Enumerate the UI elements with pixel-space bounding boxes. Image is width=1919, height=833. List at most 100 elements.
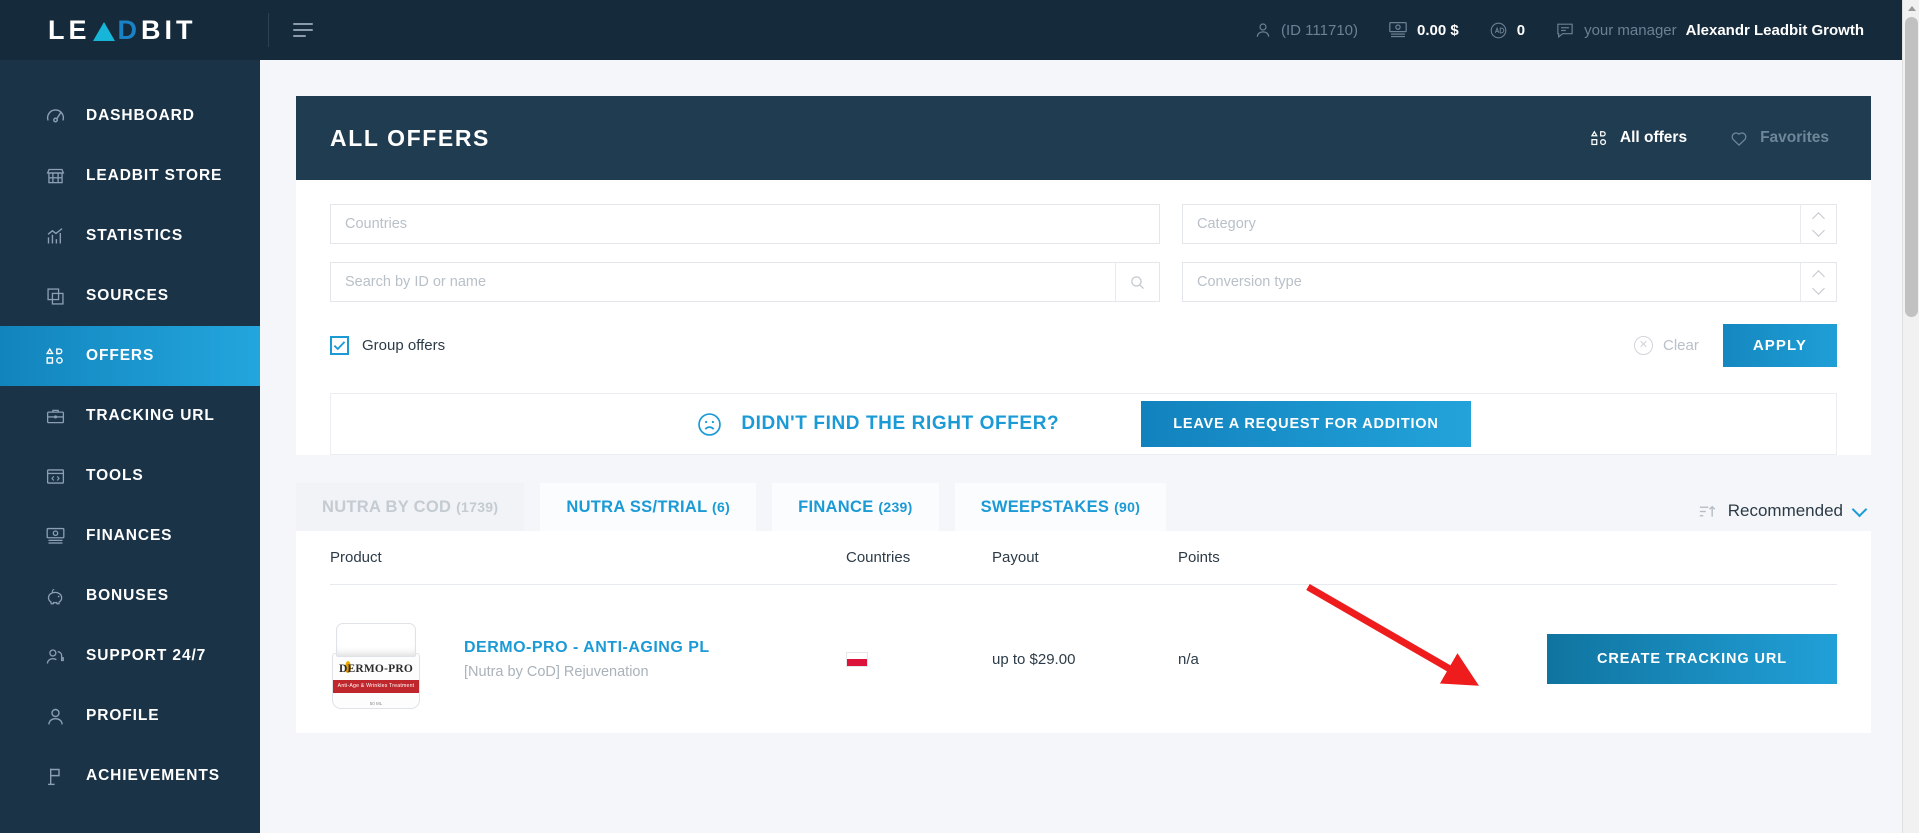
heart-icon bbox=[1729, 129, 1749, 148]
column-header-countries: Countries bbox=[846, 549, 911, 566]
sidebar-item-statistics[interactable]: STATISTICS bbox=[0, 206, 260, 266]
tab-sweepstakes[interactable]: SWEEPSTAKES (90) bbox=[954, 483, 1167, 531]
header-divider bbox=[268, 13, 269, 47]
table-row: DERMO-PRO Anti-Age & Wrinkles Treatment … bbox=[330, 585, 1837, 733]
store-icon bbox=[44, 165, 66, 187]
briefcase-icon bbox=[44, 405, 66, 427]
category-select[interactable]: Category bbox=[1182, 204, 1837, 244]
conversion-type-select[interactable]: Conversion type bbox=[1182, 262, 1837, 302]
sidebar-label: LEADBIT STORE bbox=[86, 167, 223, 184]
leadbit-logo[interactable]: LE D BIT bbox=[48, 15, 197, 46]
sidebar-item-sources[interactable]: SOURCES bbox=[0, 266, 260, 326]
manager-item[interactable]: your manager Alexandr Leadbit Growth bbox=[1540, 21, 1879, 40]
conversion-stepper-icon[interactable] bbox=[1800, 263, 1836, 301]
sidebar-label: TRACKING URL bbox=[86, 407, 215, 424]
clear-button[interactable]: ✕ Clear bbox=[1634, 336, 1699, 355]
sort-control[interactable]: Recommended bbox=[1698, 501, 1871, 531]
manager-label: your manager bbox=[1584, 21, 1677, 39]
group-offers-checkbox[interactable]: Group offers bbox=[330, 336, 445, 355]
chevron-down-icon bbox=[1851, 501, 1868, 517]
user-id-item[interactable]: (ID 111710) bbox=[1239, 21, 1373, 39]
sidebar-item-dashboard[interactable]: DASHBOARD bbox=[0, 86, 260, 146]
scrollbar-thumb[interactable] bbox=[1905, 17, 1918, 317]
action-cell: CREATE TRACKING URL bbox=[1410, 634, 1837, 684]
countries-input[interactable]: Countries bbox=[330, 204, 1160, 244]
tab-label: FINANCE bbox=[798, 498, 874, 516]
jar-lid bbox=[336, 623, 416, 657]
table-header: Product Countries Payout Points bbox=[330, 531, 1837, 585]
sort-ascending-icon bbox=[1698, 503, 1717, 520]
apply-button[interactable]: APPLY bbox=[1722, 324, 1837, 367]
group-offers-label: Group offers bbox=[362, 337, 446, 354]
tab-label: SWEEPSTAKES bbox=[980, 498, 1110, 516]
flag-pl-icon bbox=[846, 651, 868, 667]
sidebar-label: ACHIEVEMENTS bbox=[86, 767, 220, 784]
balance-value: 0.00 $ bbox=[1417, 21, 1459, 39]
favorites-label: Favorites bbox=[1760, 129, 1829, 146]
manager-name: Alexandr Leadbit Growth bbox=[1685, 21, 1864, 39]
sidebar-label: OFFERS bbox=[86, 347, 155, 364]
category-placeholder: Category bbox=[1197, 216, 1256, 232]
sidebar-label: PROFILE bbox=[86, 707, 160, 724]
balance-item[interactable]: 0.00 $ bbox=[1373, 21, 1474, 39]
column-header-product: Product bbox=[330, 549, 382, 566]
search-input[interactable]: Search by ID or name bbox=[330, 262, 1160, 302]
sidebar-item-achievements[interactable]: ACHIEVEMENTS bbox=[0, 746, 260, 806]
tab-count: (6) bbox=[712, 499, 731, 515]
tab-finance[interactable]: FINANCE (239) bbox=[772, 483, 939, 531]
jar-tagline: Anti-Age & Wrinkles Treatment bbox=[337, 683, 415, 689]
offers-card: ALL OFFERS All offers Favorites Countrie… bbox=[296, 96, 1871, 455]
sidebar-item-support[interactable]: SUPPORT 24/7 bbox=[0, 626, 260, 686]
filter-buttons: ✕ Clear APPLY bbox=[1634, 324, 1837, 367]
chevron-up-icon bbox=[1907, 6, 1916, 11]
user-icon bbox=[44, 705, 66, 727]
jar-stripe: Anti-Age & Wrinkles Treatment bbox=[333, 680, 419, 693]
payout-cell: up to $29.00 bbox=[992, 650, 1076, 668]
filter-grid: Countries Search by ID or name Category … bbox=[330, 204, 1837, 302]
page-title: ALL OFFERS bbox=[330, 124, 490, 151]
banknote-icon bbox=[1388, 21, 1408, 39]
checkbox-box bbox=[330, 336, 349, 355]
product-cell: DERMO-PRO Anti-Age & Wrinkles Treatment … bbox=[330, 609, 846, 709]
user-id-value: (ID 111710) bbox=[1281, 21, 1359, 39]
favorites-toggle[interactable]: Favorites bbox=[1729, 129, 1829, 148]
tabs-row: NUTRA BY COD (1739) NUTRA SS/TRIAL (6) F… bbox=[296, 483, 1871, 531]
all-offers-toggle[interactable]: All offers bbox=[1590, 129, 1687, 148]
search-icon[interactable] bbox=[1115, 263, 1159, 301]
main-content: ALL OFFERS All offers Favorites Countrie… bbox=[260, 60, 1919, 833]
tab-nutra-by-cod[interactable]: NUTRA BY COD (1739) bbox=[296, 483, 525, 531]
jar-body: DERMO-PRO Anti-Age & Wrinkles Treatment … bbox=[332, 653, 420, 709]
page-scrollbar[interactable] bbox=[1902, 0, 1919, 833]
product-image[interactable]: DERMO-PRO Anti-Age & Wrinkles Treatment … bbox=[330, 609, 422, 709]
sidebar-item-leadbit-store[interactable]: LEADBIT STORE bbox=[0, 146, 260, 206]
gauge-icon bbox=[44, 105, 66, 127]
code-window-icon bbox=[44, 465, 66, 487]
points-item[interactable]: 0 bbox=[1474, 21, 1540, 40]
banner-text: DIDN'T FIND THE RIGHT OFFER? bbox=[741, 413, 1060, 434]
page-root: LE D BIT (ID 111710) 0.00 $ 0 your manag… bbox=[0, 0, 1919, 833]
sidebar-item-tracking-url[interactable]: TRACKING URL bbox=[0, 386, 260, 446]
filter-column-left: Countries Search by ID or name bbox=[330, 204, 1160, 302]
sidebar-item-finances[interactable]: FINANCES bbox=[0, 506, 260, 566]
scroll-up-button[interactable] bbox=[1903, 0, 1919, 17]
user-icon bbox=[1254, 21, 1272, 39]
tab-count: (1739) bbox=[456, 499, 499, 515]
piggy-bank-icon bbox=[44, 585, 66, 607]
panel-header: ALL OFFERS All offers Favorites bbox=[296, 96, 1871, 180]
sidebar-label: BONUSES bbox=[86, 587, 169, 604]
tab-nutra-ss-trial[interactable]: NUTRA SS/TRIAL (6) bbox=[540, 483, 757, 531]
tab-label: NUTRA SS/TRIAL bbox=[566, 498, 708, 516]
sidebar-item-tools[interactable]: TOOLS bbox=[0, 446, 260, 506]
sidebar-label: TOOLS bbox=[86, 467, 144, 484]
hamburger-icon[interactable] bbox=[293, 23, 313, 37]
sidebar-label: SUPPORT 24/7 bbox=[86, 647, 207, 664]
clear-label: Clear bbox=[1663, 337, 1699, 354]
create-tracking-url-button[interactable]: CREATE TRACKING URL bbox=[1547, 634, 1837, 684]
leave-request-button[interactable]: LEAVE A REQUEST FOR ADDITION bbox=[1141, 401, 1471, 447]
sidebar-item-profile[interactable]: PROFILE bbox=[0, 686, 260, 746]
category-stepper-icon[interactable] bbox=[1800, 205, 1836, 243]
body-wrapper: DASHBOARD LEADBIT STORE STATISTICS SOURC… bbox=[0, 60, 1919, 833]
sidebar-item-offers[interactable]: OFFERS bbox=[0, 326, 260, 386]
product-name-link[interactable]: DERMO-PRO - ANTI-AGING PL bbox=[464, 639, 710, 657]
sidebar-item-bonuses[interactable]: BONUSES bbox=[0, 566, 260, 626]
